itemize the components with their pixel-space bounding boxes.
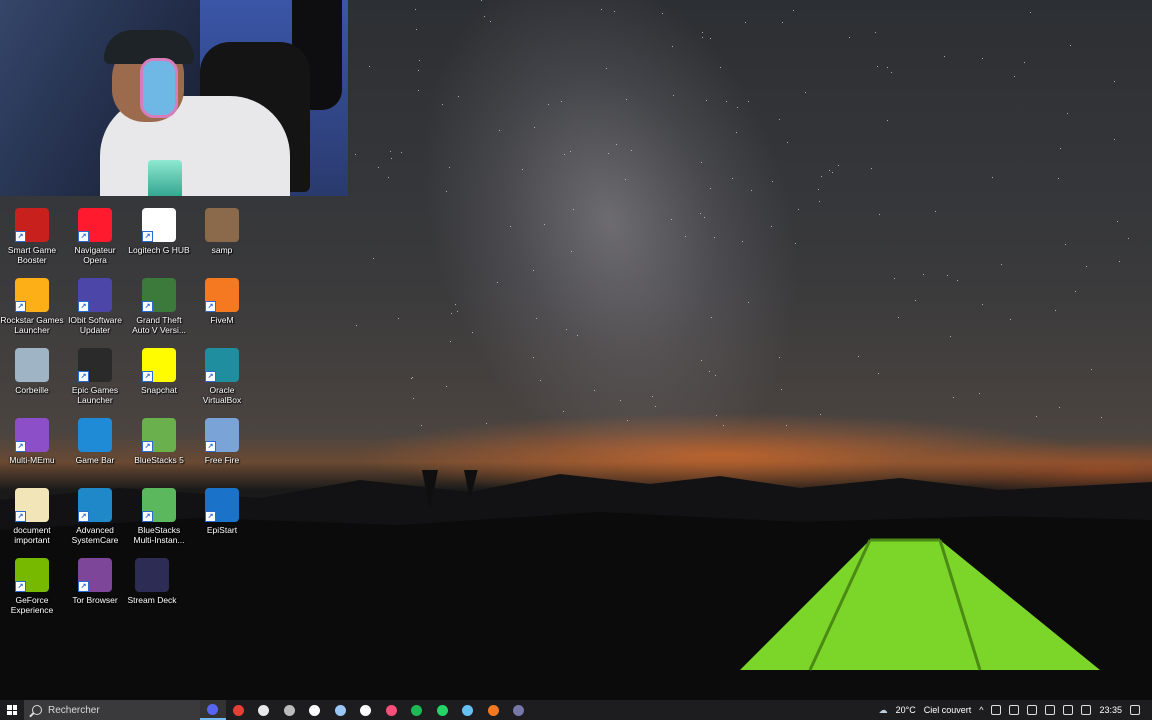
music-icon — [385, 704, 397, 716]
desktop-icon-samp[interactable]: samp — [190, 208, 254, 255]
desktop-icon-fivem[interactable]: ↗ FiveM — [190, 278, 254, 325]
chrome-icon — [232, 704, 244, 716]
tiktok-icon — [309, 704, 321, 716]
stream-deck-app[interactable] — [506, 700, 532, 720]
gta-v-icon: ↗ — [142, 278, 176, 312]
bluestacks-multi-icon: ↗ — [142, 488, 176, 522]
desktop-icon-recycle-bin[interactable]: Corbeille — [0, 348, 64, 395]
bluestacks-icon: ↗ — [142, 418, 176, 452]
windows-logo-icon — [7, 705, 17, 715]
capcut-app[interactable] — [353, 700, 379, 720]
chevron-up-icon[interactable]: ^ — [979, 705, 983, 715]
tiktok-app[interactable] — [302, 700, 328, 720]
spotify-app[interactable] — [404, 700, 430, 720]
weather-icon[interactable]: ☁ — [879, 705, 888, 716]
desktop-icon-geforce[interactable]: ↗ GeForce Experience — [0, 558, 64, 615]
webcam-overlay — [0, 0, 348, 196]
fivem-icon: ↗ — [205, 278, 239, 312]
desktop-icon-virtualbox[interactable]: ↗ Oracle VirtualBox — [190, 348, 254, 405]
notification-icon[interactable] — [1130, 705, 1140, 715]
steam-app[interactable] — [455, 700, 481, 720]
weather-desc[interactable]: Ciel couvert — [924, 705, 972, 715]
desktop-icon-rockstar[interactable]: ↗ Rockstar Games Launcher — [0, 278, 64, 335]
desktop-icon-smart-game-booster[interactable]: ↗ Smart Game Booster — [0, 208, 64, 265]
start-button[interactable] — [0, 700, 24, 720]
recycle-bin-icon — [15, 348, 49, 382]
epistart-icon: ↗ — [205, 488, 239, 522]
display-icon[interactable] — [1045, 705, 1056, 715]
file-explorer-app[interactable] — [251, 700, 277, 720]
desktop-icon-tor-browser[interactable]: ↗ Tor Browser — [63, 558, 127, 605]
search-placeholder: Rechercher — [48, 704, 100, 716]
tent — [720, 538, 1120, 700]
desktop-icon-bluestacks-multi[interactable]: ↗ BlueStacks Multi-Instan... — [127, 488, 191, 545]
desktop-icon-stream-deck[interactable]: Stream Deck — [120, 558, 184, 605]
samp-icon — [205, 208, 239, 242]
fivem-app[interactable] — [481, 700, 507, 720]
snapchat-icon: ↗ — [142, 348, 176, 382]
volume-icon[interactable] — [991, 705, 1002, 715]
microphone-icon[interactable] — [1063, 705, 1074, 715]
desktop-icon-snapchat[interactable]: ↗ Snapchat — [127, 348, 191, 395]
chrome-app[interactable] — [226, 700, 252, 720]
taskbar-search-box[interactable]: Rechercher — [24, 700, 200, 720]
epic-games-icon: ↗ — [78, 348, 112, 382]
milky-way — [358, 0, 862, 523]
whatsapp-app[interactable] — [430, 700, 456, 720]
whatsapp-icon — [436, 704, 448, 716]
pinned-apps — [200, 700, 532, 720]
settings-app[interactable] — [277, 700, 303, 720]
desktop-icon-opera[interactable]: ↗ Navigateur Opera — [63, 208, 127, 265]
fivem-icon — [487, 704, 499, 716]
photos-app[interactable] — [328, 700, 354, 720]
desktop-icon-logitech-g-hub[interactable]: ↗ Logitech G HUB — [127, 208, 191, 255]
discord-icon — [207, 703, 219, 715]
headset — [140, 58, 178, 118]
rockstar-icon: ↗ — [15, 278, 49, 312]
game-bar-icon — [78, 418, 112, 452]
geforce-icon: ↗ — [15, 558, 49, 592]
desktop-icon-epistart[interactable]: ↗ EpiStart — [190, 488, 254, 535]
desktop-icon-game-bar[interactable]: Game Bar — [63, 418, 127, 465]
photos-icon — [334, 704, 346, 716]
taskbar: Rechercher ☁ 20°C Ciel couvert ^ 23:35 — [0, 700, 1152, 720]
opera-icon: ↗ — [78, 208, 112, 242]
spotify-icon — [411, 704, 423, 716]
settings-icon — [283, 704, 295, 716]
tor-browser-icon: ↗ — [78, 558, 112, 592]
multi-memu-icon: ↗ — [15, 418, 49, 452]
free-fire-icon: ↗ — [205, 418, 239, 452]
advanced-systemcare-icon: ↗ — [78, 488, 112, 522]
capcut-icon — [360, 704, 372, 716]
desktop-icon-free-fire[interactable]: ↗ Free Fire — [190, 418, 254, 465]
desktop-icon-gta-v[interactable]: ↗ Grand Theft Auto V Versi... — [127, 278, 191, 335]
desktop-icon-epic-games[interactable]: ↗ Epic Games Launcher — [63, 348, 127, 405]
smart-game-booster-icon: ↗ — [15, 208, 49, 242]
desktop-icon-bluestacks[interactable]: ↗ BlueStacks 5 — [127, 418, 191, 465]
steam-icon — [462, 704, 474, 716]
weather-temp[interactable]: 20°C — [896, 705, 916, 715]
clock[interactable]: 23:35 — [1099, 705, 1122, 715]
desktop-icon-multi-memu[interactable]: ↗ Multi-MEmu — [0, 418, 64, 465]
desktop-icon-advanced-systemcare[interactable]: ↗ Advanced SystemCare — [63, 488, 127, 545]
desktop-icon-iobit-updater[interactable]: ↗ IObit Software Updater — [63, 278, 127, 335]
file-explorer-icon — [258, 704, 270, 716]
onedrive-icon[interactable] — [1009, 705, 1020, 715]
logitech-g-hub-icon: ↗ — [142, 208, 176, 242]
virtualbox-icon: ↗ — [205, 348, 239, 382]
music-app[interactable] — [379, 700, 405, 720]
battery-icon[interactable] — [1081, 705, 1092, 715]
stream-deck-icon — [513, 704, 525, 716]
network-icon[interactable] — [1027, 705, 1038, 715]
system-tray: ☁ 20°C Ciel couvert ^ 23:35 — [875, 700, 1152, 720]
stream-deck-icon — [135, 558, 169, 592]
desktop-icon-document-important[interactable]: ↗ document important — [0, 488, 64, 545]
search-icon — [32, 705, 42, 715]
iobit-updater-icon: ↗ — [78, 278, 112, 312]
discord-app[interactable] — [200, 700, 226, 720]
document-icon: ↗ — [15, 488, 49, 522]
